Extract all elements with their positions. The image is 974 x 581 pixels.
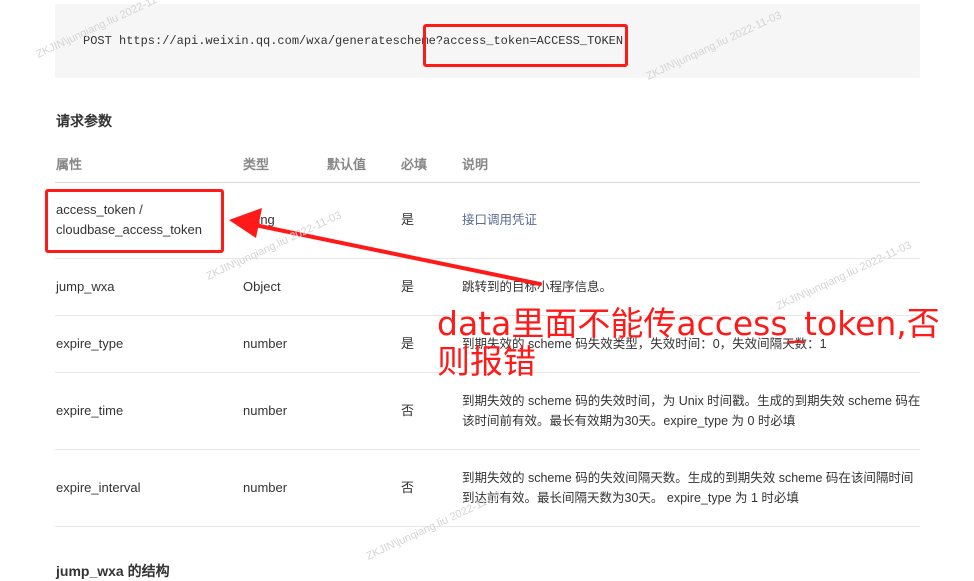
annotation-arrow [229,208,542,286]
annotation-note: data里面不能传access_token,否则报错 [437,304,940,381]
